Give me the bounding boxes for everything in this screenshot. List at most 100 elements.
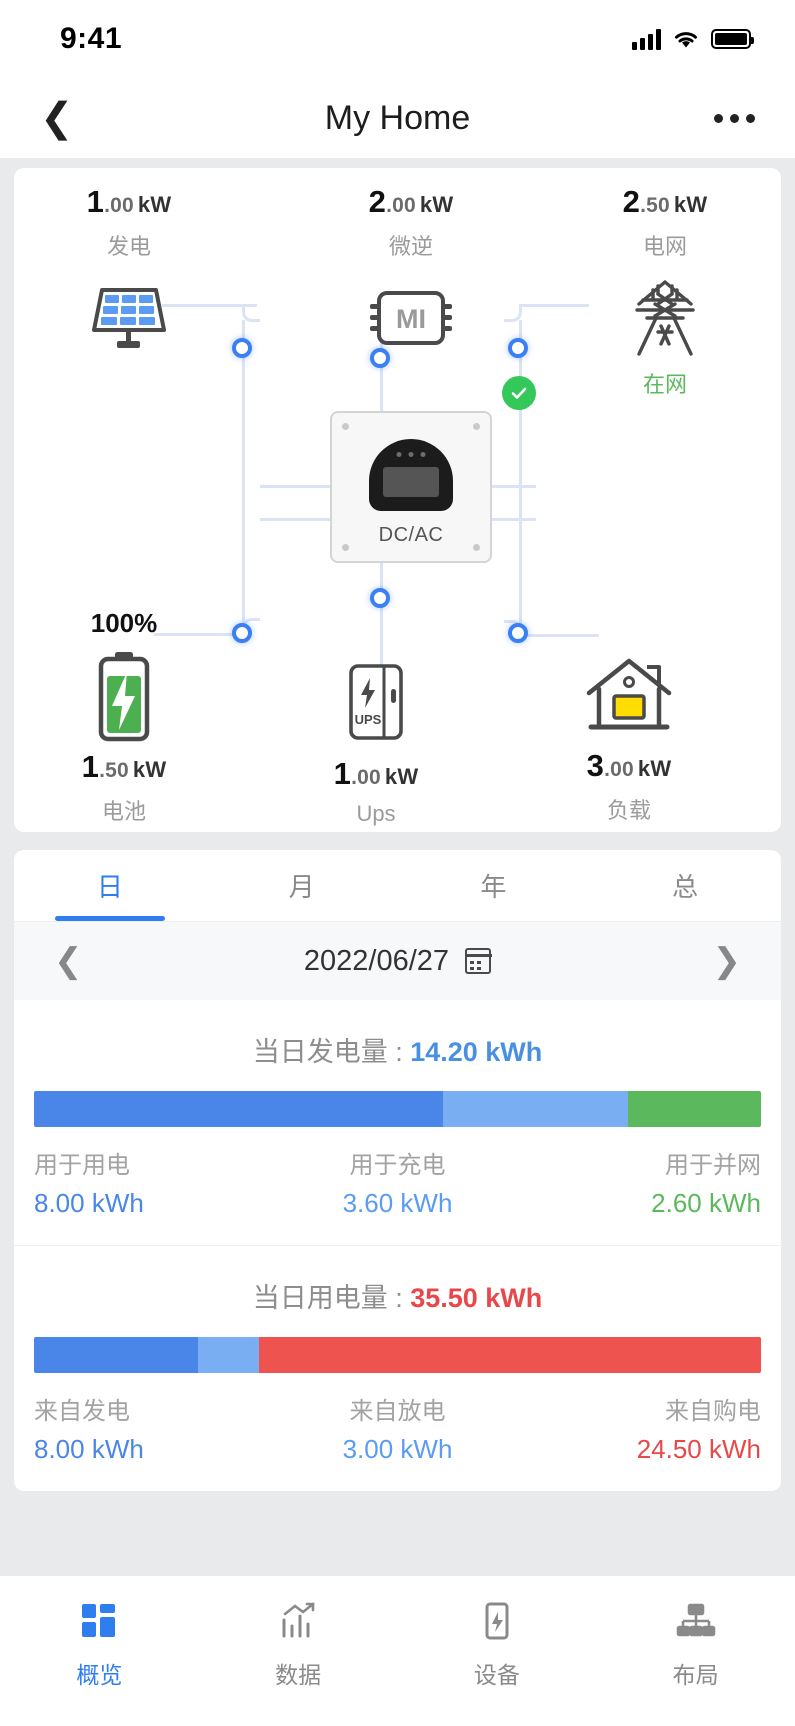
legend-value: 2.60 kWh	[651, 1188, 761, 1218]
tabbar-label: 设备	[473, 1662, 520, 1688]
node-load[interactable]: 3.00 kW 负载	[514, 638, 744, 825]
consumption-bar-segment-2	[197, 1337, 260, 1373]
node-grid[interactable]: 2.50 kW 电网 在网	[550, 184, 780, 399]
generation-bar	[34, 1091, 761, 1127]
overview-grid-icon	[78, 1598, 120, 1644]
flow-dot-inv	[370, 588, 390, 608]
grid-status: 在网	[642, 372, 687, 397]
generation-bar-segment-2	[443, 1091, 628, 1127]
flow-line-pv-down	[242, 320, 245, 630]
pv-value: 1.00 kW	[86, 184, 172, 219]
legend-label: 来自放电	[349, 1398, 446, 1425]
generation-title: 当日发电量 : 14.20 kWh	[252, 1037, 543, 1067]
page-title: My Home	[324, 98, 471, 137]
mi-label: 微逆	[388, 234, 433, 259]
node-microinverter[interactable]: 2.00 kW 微逆 MI	[296, 184, 526, 361]
node-battery[interactable]: 100% 1.50 kW 电池	[14, 608, 239, 826]
legend-item: 用于并网 2.60 kWh	[519, 1145, 761, 1219]
consumption-bar-segment-1	[34, 1337, 198, 1373]
legend-item: 用于用电 8.00 kWh	[34, 1145, 276, 1219]
flow-line-inv-right	[490, 485, 536, 488]
legend-label: 用于用电	[34, 1152, 130, 1179]
tabbar-item-overview[interactable]: 概览	[0, 1598, 199, 1690]
legend-label: 来自发电	[34, 1398, 130, 1425]
calendar-icon[interactable]	[464, 948, 492, 974]
scroll-content: 1.00 kW 发电 2.00 kW 微逆 MI 2.50 kW 电网 在网 D…	[0, 158, 795, 1576]
date-text: 2022/06/27	[303, 944, 450, 977]
legend-value: 8.00 kWh	[34, 1188, 144, 1218]
consumption-bar	[34, 1337, 761, 1373]
legend-label: 用于并网	[664, 1152, 761, 1179]
solar-panel-icon	[14, 275, 244, 361]
tabbar-label: 数据	[275, 1662, 322, 1688]
microinverter-icon: MI	[296, 275, 526, 361]
tab-month[interactable]: 月	[206, 850, 398, 921]
mi-value: 2.00 kW	[368, 184, 454, 219]
grid-label: 电网	[642, 234, 687, 259]
legend-value: 3.60 kWh	[342, 1188, 453, 1218]
date-display[interactable]: 2022/06/27	[303, 944, 492, 978]
navigation-bar: ❮ My Home	[0, 78, 795, 158]
battery-icon	[711, 29, 754, 49]
tabbar-item-data[interactable]: 数据	[199, 1598, 398, 1690]
tabbar-item-device[interactable]: 设备	[398, 1598, 597, 1690]
tab-year[interactable]: 年	[398, 850, 590, 921]
svg-text:UPS: UPS	[355, 712, 382, 727]
ups-cabinet-icon: UPS	[261, 660, 491, 746]
legend-item: 来自放电 3.00 kWh	[276, 1391, 518, 1465]
generation-legend: 用于用电 8.00 kWh 用于充电 3.60 kWh 用于并网 2.60 kW…	[34, 1145, 761, 1219]
check-circle-icon	[502, 376, 536, 410]
tabbar-label: 布局	[672, 1662, 719, 1688]
more-options-button[interactable]	[705, 113, 755, 123]
flow-line-load	[519, 634, 599, 637]
tab-day[interactable]: 日	[14, 850, 206, 921]
inverter-icon[interactable]: DC/AC	[330, 411, 492, 563]
energy-flow-diagram: 1.00 kW 发电 2.00 kW 微逆 MI 2.50 kW 电网 在网 D…	[14, 168, 781, 832]
consumption-title: 当日用电量 : 35.50 kWh	[252, 1283, 543, 1313]
cellular-signal-icon	[632, 28, 661, 50]
generation-stats: 当日发电量 : 14.20 kWh 用于用电 8.00 kWh 用于充电 3.6…	[14, 1000, 781, 1245]
node-pv[interactable]: 1.00 kW 发电	[14, 184, 244, 361]
inverter-caption: DC/AC	[378, 524, 444, 546]
grid-value: 2.50 kW	[622, 184, 708, 219]
node-ups[interactable]: UPS 1.00 kW Ups	[261, 646, 491, 827]
ups-value: 1.00 kW	[333, 756, 419, 791]
legend-value: 24.50 kWh	[636, 1434, 761, 1464]
load-value: 3.00 kW	[586, 748, 672, 783]
layout-tree-icon	[675, 1598, 717, 1644]
flow-line-inv-right2	[490, 518, 536, 521]
power-tower-icon	[550, 275, 780, 361]
legend-label: 来自购电	[664, 1398, 761, 1425]
legend-item: 来自发电 8.00 kWh	[34, 1391, 276, 1465]
flow-line-grid-down	[519, 320, 522, 632]
generation-bar-segment-1	[34, 1091, 444, 1127]
period-tabs: 日 月 年 总	[14, 850, 781, 922]
battery-charging-icon	[14, 652, 239, 742]
load-label: 负载	[606, 798, 651, 823]
consumption-bar-segment-3	[259, 1337, 761, 1373]
legend-value: 3.00 kWh	[342, 1434, 453, 1464]
next-date-button[interactable]: ❯	[701, 941, 742, 981]
status-icons	[632, 28, 754, 50]
statistics-card: 日 月 年 总 ❮ 2022/06/27 ❯ 当日发电量 : 14.20 kWh	[14, 850, 781, 1491]
flow-line-inv-left2	[260, 518, 332, 521]
legend-item: 用于充电 3.60 kWh	[276, 1145, 518, 1219]
device-icon	[476, 1598, 518, 1644]
legend-value: 8.00 kWh	[34, 1434, 144, 1464]
battery-label: 电池	[101, 799, 146, 824]
tabbar-item-layout[interactable]: 布局	[596, 1598, 795, 1690]
ups-label: Ups	[356, 801, 396, 826]
house-icon	[514, 652, 744, 738]
chart-bars-icon	[277, 1598, 319, 1644]
back-button[interactable]: ❮	[40, 98, 90, 138]
inverter-display	[369, 439, 453, 511]
generation-bar-segment-3	[627, 1091, 761, 1127]
tab-total[interactable]: 总	[589, 850, 781, 921]
prev-date-button[interactable]: ❮	[54, 941, 94, 981]
status-bar: 9:41	[0, 0, 795, 78]
legend-item: 来自购电 24.50 kWh	[519, 1391, 761, 1465]
legend-label: 用于充电	[349, 1152, 446, 1179]
wifi-icon	[675, 32, 697, 48]
status-time: 9:41	[60, 22, 123, 55]
svg-text:MI: MI	[396, 304, 426, 334]
